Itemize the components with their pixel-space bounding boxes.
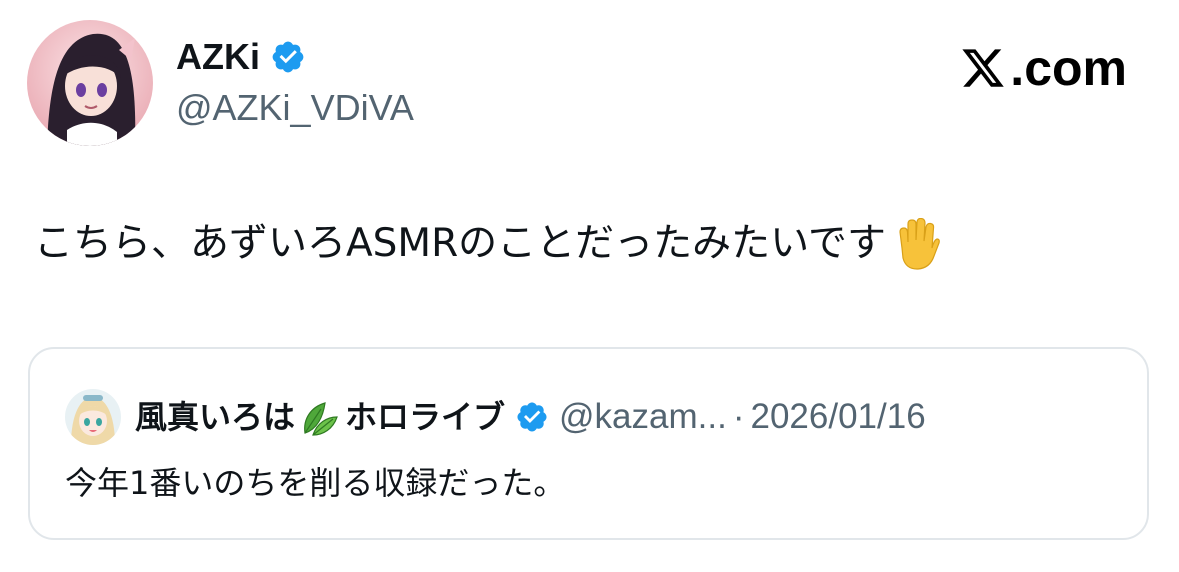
tweet-text-row: こちら、あずいろASMRのことだったみたいです xyxy=(34,217,940,271)
brand-watermark: .com xyxy=(960,40,1127,96)
x-logo-icon xyxy=(960,45,1006,91)
brand-label: .com xyxy=(1010,40,1127,96)
quoted-author-handle[interactable]: @kazam... xyxy=(559,395,727,439)
quoted-tweet-text: 今年1番いのちを削る収録だった。 xyxy=(65,464,566,502)
leaf-icon xyxy=(299,397,339,437)
verified-badge-icon xyxy=(270,39,306,75)
tweet-card: AZKi @AZKi_VDiVA .com こちら、あずいろASMRのことだった… xyxy=(0,0,1179,572)
quoted-author-avatar[interactable] xyxy=(65,389,121,445)
author-handle[interactable]: @AZKi_VDiVA xyxy=(176,86,414,130)
author-avatar[interactable] xyxy=(27,20,153,146)
separator-dot: · xyxy=(732,397,745,436)
raised-hand-icon xyxy=(892,217,940,270)
quoted-tweet-date[interactable]: 2026/01/16 xyxy=(750,395,925,439)
tweet-text: こちら、あずいろASMRのことだったみたいです xyxy=(34,221,887,266)
author-name-row: AZKi xyxy=(176,35,306,79)
quoted-author-name[interactable]: 風真いろは xyxy=(135,395,295,439)
quoted-tweet-header: 風真いろは ホロライブ @kazam... · 2026/01/16 xyxy=(65,389,926,445)
author-name[interactable]: AZKi xyxy=(176,35,260,79)
quoted-tweet[interactable]: 風真いろは ホロライブ @kazam... · 2026/01/16 今年1番い… xyxy=(28,347,1149,540)
quoted-author-org[interactable]: ホロライブ xyxy=(345,395,505,439)
quoted-verified-badge-icon xyxy=(515,400,549,434)
